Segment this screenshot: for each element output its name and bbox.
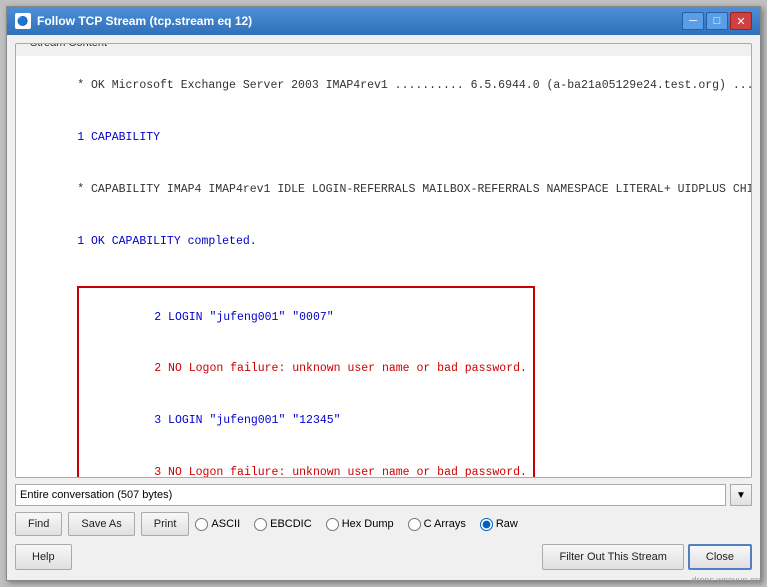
dropdown-arrow-button[interactable]: ▼ [730, 484, 752, 506]
raw-radio[interactable] [480, 518, 493, 531]
window-title: Follow TCP Stream (tcp.stream eq 12) [37, 14, 252, 28]
highlighted-block: 2 LOGIN "jufeng001" "0007" 2 NO Logon fa… [77, 286, 535, 477]
main-window: 🔵 Follow TCP Stream (tcp.stream eq 12) ─… [6, 6, 761, 581]
close-button[interactable]: Close [688, 544, 752, 570]
close-window-button[interactable]: ✕ [730, 12, 752, 30]
footer-left: Help [15, 544, 72, 570]
highlighted-line-3: 3 LOGIN "jufeng001" "12345" [154, 414, 340, 427]
ascii-radio-item[interactable]: ASCII [195, 518, 240, 531]
stream-line-1: * OK Microsoft Exchange Server 2003 IMAP… [77, 79, 751, 92]
carrays-radio[interactable] [408, 518, 421, 531]
carrays-label: C Arrays [424, 518, 466, 530]
print-button[interactable]: Print [141, 512, 190, 536]
ebcdic-radio[interactable] [254, 518, 267, 531]
stream-content-area[interactable]: * OK Microsoft Exchange Server 2003 IMAP… [16, 56, 751, 477]
raw-label: Raw [496, 518, 518, 530]
stream-line-2: 1 CAPABILITY [77, 131, 160, 144]
highlighted-line-4: 3 NO Logon failure: unknown user name or… [154, 466, 527, 477]
hexdump-label: Hex Dump [342, 518, 394, 530]
find-button[interactable]: Find [15, 512, 62, 536]
ascii-label: ASCII [211, 518, 240, 530]
maximize-button[interactable]: □ [706, 12, 728, 30]
footer-row: Help Filter Out This Stream Close [15, 542, 752, 572]
group-box-label: Stream Content [26, 43, 111, 49]
raw-radio-item[interactable]: Raw [480, 518, 518, 531]
toolbar-row: Find Save As Print ASCII EBCDIC Hex Dump [15, 512, 752, 536]
stream-line-3: * CAPABILITY IMAP4 IMAP4rev1 IDLE LOGIN-… [77, 183, 751, 196]
filter-out-button[interactable]: Filter Out This Stream [542, 544, 683, 570]
encoding-radio-group: ASCII EBCDIC Hex Dump C Arrays Raw [195, 518, 752, 531]
highlighted-line-1: 2 LOGIN "jufeng001" "0007" [154, 311, 333, 324]
footer-right: Filter Out This Stream Close [542, 544, 752, 570]
title-bar: 🔵 Follow TCP Stream (tcp.stream eq 12) ─… [7, 7, 760, 35]
save-as-button[interactable]: Save As [68, 512, 134, 536]
ebcdic-radio-item[interactable]: EBCDIC [254, 518, 312, 531]
carrays-radio-item[interactable]: C Arrays [408, 518, 466, 531]
stream-line-4: 1 OK CAPABILITY completed. [77, 235, 256, 248]
ascii-radio[interactable] [195, 518, 208, 531]
ebcdic-label: EBCDIC [270, 518, 312, 530]
window-icon: 🔵 [15, 13, 31, 29]
window-body: Stream Content * OK Microsoft Exchange S… [7, 35, 760, 580]
title-bar-left: 🔵 Follow TCP Stream (tcp.stream eq 12) [15, 13, 252, 29]
conversation-select[interactable]: Entire conversation (507 bytes) Client s… [15, 484, 726, 506]
minimize-button[interactable]: ─ [682, 12, 704, 30]
stream-content-group: Stream Content * OK Microsoft Exchange S… [15, 43, 752, 478]
dropdown-row: Entire conversation (507 bytes) Client s… [15, 484, 752, 506]
title-controls: ─ □ ✕ [682, 12, 752, 30]
highlighted-line-2: 2 NO Logon failure: unknown user name or… [154, 362, 527, 375]
watermark: drops.wooyun.org [691, 575, 763, 585]
hexdump-radio[interactable] [326, 518, 339, 531]
hexdump-radio-item[interactable]: Hex Dump [326, 518, 394, 531]
help-button[interactable]: Help [15, 544, 72, 570]
